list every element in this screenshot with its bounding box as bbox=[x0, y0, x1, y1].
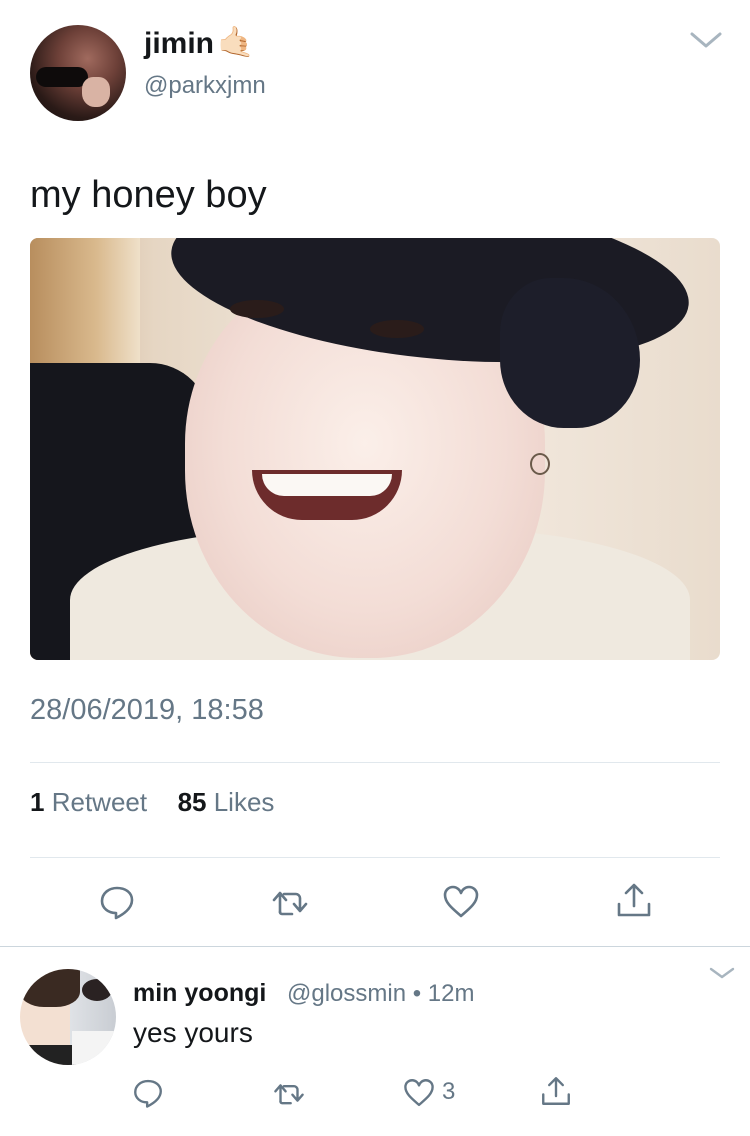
heart-icon[interactable] bbox=[402, 1076, 436, 1110]
avatar-photo-detail bbox=[20, 1045, 76, 1065]
photo-subject-teeth bbox=[262, 474, 392, 496]
avatar-photo-detail bbox=[82, 979, 112, 1001]
reply-like-count: 3 bbox=[442, 1078, 456, 1105]
retweet-icon[interactable] bbox=[272, 1076, 306, 1110]
retweet-label[interactable]: Retweet bbox=[52, 787, 147, 817]
chevron-down-icon[interactable] bbox=[688, 26, 724, 54]
main-tweet: jimin 🤙🏻 @parkxjmn my honey boy 28/06/20… bbox=[0, 0, 750, 946]
divider bbox=[30, 762, 720, 763]
tweet-photo[interactable] bbox=[30, 238, 720, 660]
avatar-photo-detail bbox=[36, 67, 88, 87]
avatar-photo-detail bbox=[72, 1031, 116, 1065]
photo-subject-eye bbox=[370, 320, 424, 338]
share-icon[interactable] bbox=[614, 880, 654, 920]
divider bbox=[30, 857, 720, 858]
chevron-down-icon[interactable] bbox=[708, 963, 736, 983]
reply-icon[interactable] bbox=[131, 1076, 165, 1110]
photo-subject-eye bbox=[230, 300, 284, 318]
call-me-hand-emoji: 🤙🏻 bbox=[217, 26, 255, 59]
author-display-name[interactable]: jimin bbox=[144, 27, 214, 61]
likes-count[interactable]: 85 bbox=[178, 787, 207, 817]
likes-label[interactable]: Likes bbox=[214, 787, 275, 817]
tweet-timestamp: 28/06/2019, 18:58 bbox=[30, 694, 264, 726]
retweet-icon[interactable] bbox=[270, 882, 310, 922]
reply-icon[interactable] bbox=[97, 882, 137, 922]
reply-tweet[interactable]: min yoongi @glossmin • 12m yes yours 3 bbox=[0, 947, 750, 1136]
author-avatar[interactable] bbox=[30, 25, 126, 121]
reply-author-display-name[interactable]: min yoongi bbox=[133, 979, 266, 1008]
tweet-stats: 1 Retweet 85 Likes bbox=[30, 787, 274, 818]
avatar-photo-detail bbox=[20, 969, 80, 1007]
heart-icon[interactable] bbox=[441, 882, 481, 922]
reply-text: yes yours bbox=[133, 1017, 253, 1048]
photo-subject-earring bbox=[530, 453, 550, 475]
author-handle[interactable]: @parkxjmn bbox=[144, 72, 266, 100]
retweet-count[interactable]: 1 bbox=[30, 787, 44, 817]
tweet-text: my honey boy bbox=[30, 174, 267, 216]
share-icon[interactable] bbox=[539, 1074, 573, 1108]
reply-handle-and-time[interactable]: @glossmin • 12m bbox=[287, 980, 475, 1008]
avatar-photo-detail bbox=[82, 77, 110, 107]
reply-author-avatar[interactable] bbox=[20, 969, 116, 1065]
